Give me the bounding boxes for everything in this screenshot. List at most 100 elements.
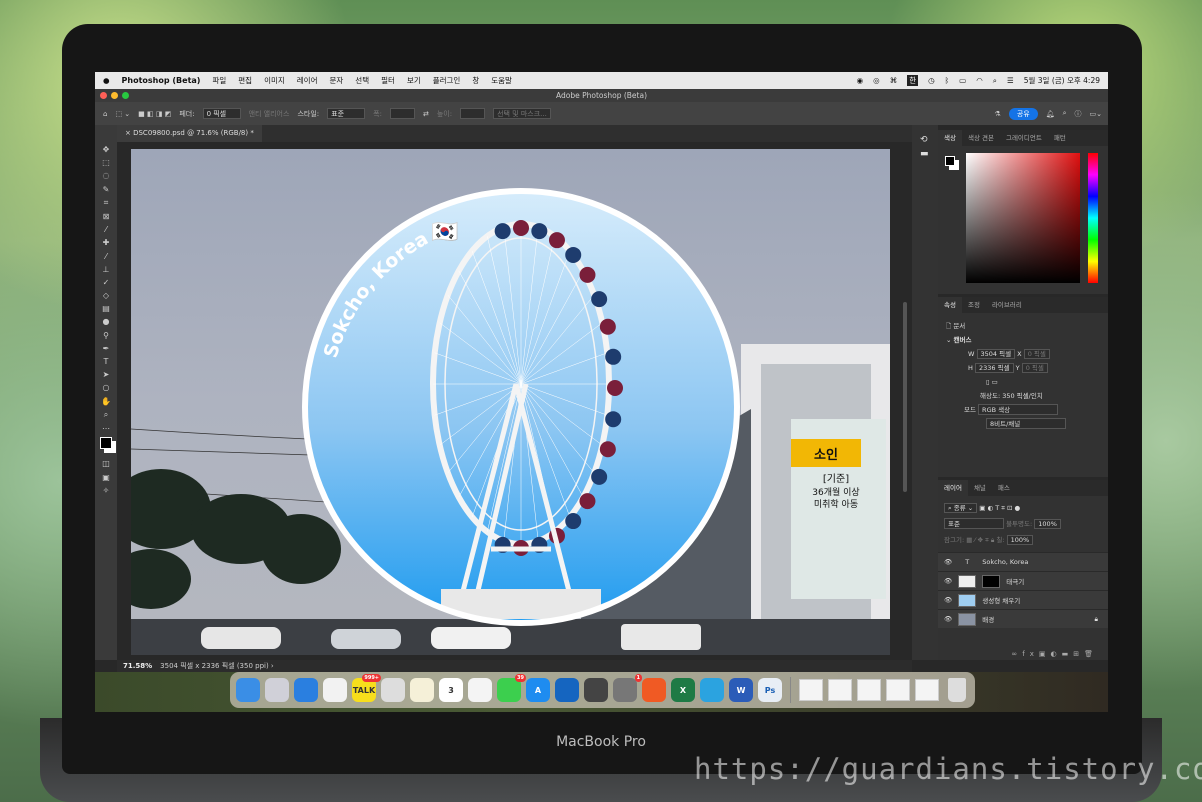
close-button[interactable]	[100, 92, 107, 99]
dock-app-calendar[interactable]: 3	[439, 678, 463, 702]
dock-app-textedit[interactable]	[468, 678, 492, 702]
minimize-button[interactable]	[111, 92, 118, 99]
dock-app-safari[interactable]	[294, 678, 318, 702]
type-tool-icon[interactable]: T	[104, 357, 109, 366]
layer-row[interactable]: 👁︎ 생성형 채우기	[938, 590, 1108, 609]
tab-libraries[interactable]: 라이브러리	[986, 297, 1028, 313]
home-icon[interactable]: ⌂	[103, 110, 107, 118]
x-field[interactable]: 0 픽셀	[1023, 349, 1050, 359]
height-input[interactable]	[460, 108, 486, 119]
tab-layers[interactable]: 레이어	[938, 480, 968, 496]
zoom-tool-icon[interactable]: ⌕	[104, 410, 108, 420]
dock-recent-document[interactable]	[799, 679, 823, 701]
apple-icon[interactable]: ●	[103, 76, 110, 85]
dodge-tool-icon[interactable]: ⚲	[103, 331, 109, 340]
height-field[interactable]: 2336 픽셀	[974, 363, 1014, 373]
menu-image[interactable]: 이미지	[264, 75, 285, 86]
dock-app-messages[interactable]: 39	[497, 674, 526, 702]
color-swatches[interactable]	[100, 437, 112, 450]
visibility-eye-icon[interactable]: 👁︎	[944, 577, 952, 585]
trash-icon[interactable]: 🗑︎	[1084, 650, 1098, 658]
tab-patterns[interactable]: 패턴	[1048, 130, 1072, 146]
brush-tool-icon[interactable]: ⁄	[105, 252, 106, 261]
dock-app-excel[interactable]: X	[671, 678, 695, 702]
dock-app-final-cut-pro[interactable]	[584, 678, 608, 702]
dock-recent-document[interactable]	[857, 679, 881, 701]
workspace-icon[interactable]: ▭⌄	[1090, 110, 1108, 118]
dock-app-chrome[interactable]	[323, 678, 347, 702]
opacity-field[interactable]: 100%	[1034, 519, 1061, 529]
layer-row[interactable]: 👁︎ 태극기	[938, 571, 1108, 590]
layer-row[interactable]: 👁︎ T Sokcho, Korea	[938, 552, 1108, 571]
bluetooth-icon[interactable]: ᛒ	[945, 76, 950, 85]
fill-field[interactable]: 100%	[1006, 535, 1034, 545]
portrait-icon[interactable]: ▯	[986, 378, 990, 386]
menu-type[interactable]: 문자	[329, 75, 343, 86]
history-icon[interactable]: ⟲	[912, 125, 938, 145]
adjustment-icon[interactable]: ◐	[1051, 650, 1062, 658]
stamp-tool-icon[interactable]: ⊥	[103, 265, 110, 274]
menu-layer[interactable]: 레이어	[297, 75, 318, 86]
menu-filter[interactable]: 필터	[381, 75, 395, 86]
path-select-icon[interactable]: ➤	[103, 370, 110, 379]
dock-recent-document[interactable]	[886, 679, 910, 701]
zoom-button[interactable]	[122, 92, 129, 99]
hand-tool-icon[interactable]: ✋	[101, 397, 111, 406]
tab-gradients[interactable]: 그레이디언트	[1000, 130, 1048, 146]
dock-app-finder[interactable]	[236, 678, 260, 702]
feather-input[interactable]: 0 픽셀	[202, 108, 241, 119]
marquee-icon[interactable]: ⬚ ⌄	[115, 110, 130, 118]
healing-tool-icon[interactable]: ✚	[103, 238, 110, 247]
search-icon[interactable]: ⌕	[1063, 109, 1067, 118]
battery-icon[interactable]: ▭	[959, 76, 966, 85]
width-field[interactable]: 3504 픽셀	[976, 349, 1016, 359]
layer-filter-select[interactable]: ⌕ 종류 ⌄	[944, 503, 978, 513]
zoom-level[interactable]: 71.58%	[123, 662, 152, 670]
tab-adjustments[interactable]: 조정	[962, 297, 986, 313]
select-mask-button[interactable]: 선택 및 마스크...	[493, 108, 551, 119]
marquee-tool-icon[interactable]: ⬚	[102, 158, 110, 167]
document-info[interactable]: 3504 픽셀 x 2336 픽셀 (350 ppi)	[160, 662, 269, 670]
dock-app-telegram[interactable]	[700, 678, 724, 702]
visibility-eye-icon[interactable]: 👁︎	[944, 615, 952, 623]
lasso-tool-icon[interactable]: ◌	[103, 171, 110, 180]
depth-select[interactable]: 8비트/채널	[986, 418, 1066, 429]
quick-mask-icon[interactable]: ◫	[102, 459, 110, 468]
more-tools-icon[interactable]: ⋯	[102, 424, 110, 433]
dock-recent-document[interactable]	[828, 679, 852, 701]
dock-app-files[interactable]	[555, 678, 579, 702]
eyedropper-tool-icon[interactable]: ⁄	[105, 225, 106, 234]
ime-indicator[interactable]: 한	[907, 75, 919, 86]
menu-edit[interactable]: 편집	[238, 75, 252, 86]
status-icon[interactable]: ◉	[857, 76, 864, 85]
link-icon[interactable]: ∞	[1011, 650, 1022, 658]
hue-slider[interactable]	[1088, 153, 1098, 283]
blur-tool-icon[interactable]: ●	[103, 317, 110, 326]
antialias-checkbox[interactable]: 앤티 앨리어스	[249, 109, 290, 119]
menu-clock[interactable]: 5월 3일 (금) 오후 4:29	[1024, 75, 1100, 86]
dock-app-system-settings[interactable]: 1	[613, 674, 642, 702]
tab-channels[interactable]: 채널	[968, 480, 992, 496]
crop-tool-icon[interactable]: ⌗	[104, 198, 109, 208]
blend-mode-select[interactable]: 표준	[944, 518, 1004, 529]
visibility-eye-icon[interactable]: 👁︎	[944, 558, 952, 566]
wifi-icon[interactable]: ◠	[976, 76, 983, 85]
help-icon[interactable]: ⓘ	[1075, 109, 1082, 119]
selection-mode-icons[interactable]: ■ ◧ ◨ ◩	[138, 110, 171, 118]
frame-tool-icon[interactable]: ⊠	[103, 212, 110, 221]
fg-bg-swatch[interactable]	[945, 156, 955, 166]
fx-icon[interactable]: fx	[1022, 650, 1039, 658]
beaker-icon[interactable]: ⚗	[995, 110, 1001, 118]
dock-app-kakaotalk[interactable]: TALK 999+	[352, 674, 381, 702]
menu-plugins[interactable]: 플러그인	[433, 75, 461, 86]
tab-swatches[interactable]: 색상 견본	[962, 130, 1000, 146]
swap-icon[interactable]: ⇄	[423, 110, 429, 118]
pen-tool-icon[interactable]: ✒	[103, 344, 110, 353]
comments-icon[interactable]: ▬	[912, 145, 938, 159]
dock-app-launchpad[interactable]	[265, 678, 289, 702]
share-button[interactable]: 공유	[1008, 107, 1038, 120]
document-canvas[interactable]: 소인 [기준] 36개월 이상 미취학 아동 Sokcho, Korea 🇰🇷	[131, 149, 890, 655]
menu-window[interactable]: 창	[472, 75, 479, 86]
dock-app-app-store[interactable]: A	[526, 678, 550, 702]
landscape-icon[interactable]: ▭	[992, 378, 998, 386]
